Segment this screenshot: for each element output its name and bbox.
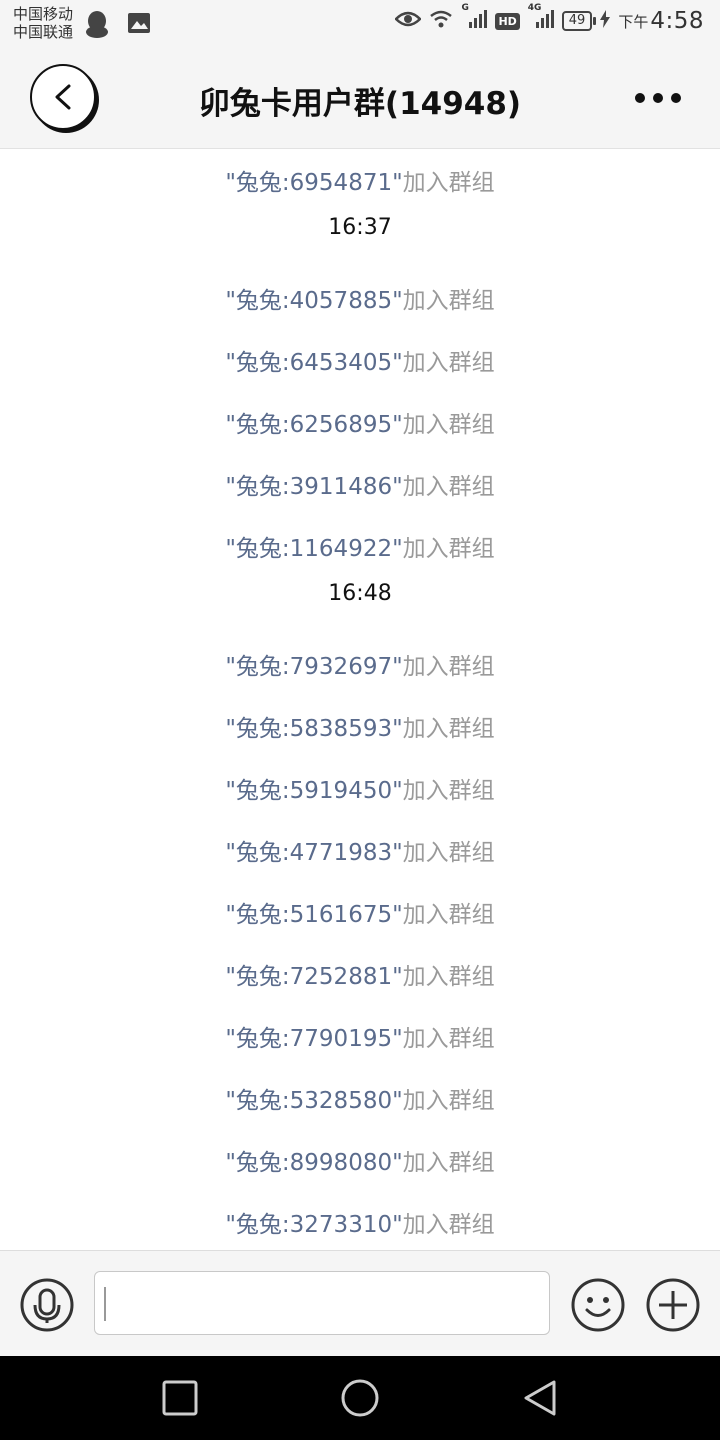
join-text: 加入群组 xyxy=(402,716,495,742)
join-text: 加入群组 xyxy=(402,536,495,562)
microphone-icon xyxy=(20,1278,74,1332)
battery-level: 49 xyxy=(561,11,596,31)
join-notice: "兔兔:5838593"加入群组 xyxy=(0,709,720,743)
square-icon xyxy=(162,1380,198,1416)
join-text: 加入群组 xyxy=(402,1150,495,1176)
join-text: 加入群组 xyxy=(402,1088,495,1114)
join-notice: "兔兔:3273310"加入群组 xyxy=(0,1205,720,1239)
join-notice: "兔兔:4057885"加入群组 xyxy=(0,281,720,315)
member-name-link[interactable]: "兔兔:3911486" xyxy=(225,474,402,500)
join-text: 加入群组 xyxy=(402,170,495,196)
plus-button[interactable] xyxy=(645,1277,701,1333)
status-bar: 中国移动 中国联通 G HD 4G 49 下午 4:58 xyxy=(0,0,720,48)
carrier-2: 中国联通 xyxy=(13,23,74,41)
join-notice: "兔兔:5161675"加入群组 xyxy=(0,895,720,929)
message-list[interactable]: "兔兔:6954871"加入群组 16:37 "兔兔:4057885"加入群组 "兔兔… xyxy=(0,149,720,1249)
smiley-icon xyxy=(571,1278,625,1332)
member-name-link[interactable]: "兔兔:4771983" xyxy=(225,840,402,866)
join-text: 加入群组 xyxy=(402,474,495,500)
join-notice: "兔兔:6256895"加入群组 xyxy=(0,405,720,439)
join-notice: "兔兔:8998080"加入群组 xyxy=(0,1143,720,1177)
qq-icon xyxy=(84,10,110,42)
chat-header: 卯兔卡用户群(14948) xyxy=(0,48,720,149)
signal-2-icon: 4G xyxy=(528,3,554,33)
member-name-link[interactable]: "兔兔:7252881" xyxy=(225,964,402,990)
join-text: 加入群组 xyxy=(402,778,495,804)
more-dots-icon xyxy=(635,93,681,103)
back-nav-button[interactable] xyxy=(520,1378,560,1418)
join-text: 加入群组 xyxy=(402,902,495,928)
wifi-icon xyxy=(429,9,453,33)
hd-badge: HD xyxy=(495,12,520,30)
timestamp: 16:48 xyxy=(328,581,392,606)
member-name-link[interactable]: "兔兔:4057885" xyxy=(225,288,402,314)
circle-icon xyxy=(341,1379,379,1417)
member-name-link[interactable]: "兔兔:3273310" xyxy=(225,1212,402,1238)
message-input[interactable] xyxy=(94,1271,550,1335)
join-text: 加入群组 xyxy=(402,654,495,680)
member-name-link[interactable]: "兔兔:5328580" xyxy=(225,1088,402,1114)
member-name-link[interactable]: "兔兔:6256895" xyxy=(225,412,402,438)
join-notice: "兔兔:1164922"加入群组 xyxy=(0,529,720,563)
recents-button[interactable] xyxy=(160,1378,200,1418)
voice-button[interactable] xyxy=(19,1277,75,1333)
signal-1-icon: G xyxy=(461,3,488,33)
am-pm: 下午 xyxy=(618,12,649,31)
join-notice: "兔兔:7932697"加入群组 xyxy=(0,647,720,681)
charging-icon xyxy=(600,10,611,32)
join-notice: "兔兔:4771983"加入群组 xyxy=(0,833,720,867)
join-notice: "兔兔:5328580"加入群组 xyxy=(0,1081,720,1115)
system-nav-bar xyxy=(0,1356,720,1440)
member-name-link[interactable]: "兔兔:6954871" xyxy=(225,170,402,196)
image-icon xyxy=(127,12,151,38)
group-title: 卯兔卡用户群(14948) xyxy=(198,86,522,122)
member-name-link[interactable]: "兔兔:1164922" xyxy=(225,536,402,562)
join-notice: "兔兔:3911486"加入群组 xyxy=(0,467,720,501)
home-button[interactable] xyxy=(340,1378,380,1418)
carrier-1: 中国移动 xyxy=(13,5,74,23)
join-text: 加入群组 xyxy=(402,412,495,438)
clock-time: 4:58 xyxy=(650,8,704,34)
join-notice: "兔兔:6453405"加入群组 xyxy=(0,343,720,377)
member-name-link[interactable]: "兔兔:7790195" xyxy=(225,1026,402,1052)
member-name-link[interactable]: "兔兔:7932697" xyxy=(225,654,402,680)
join-text: 加入群组 xyxy=(402,288,495,314)
join-text: 加入群组 xyxy=(402,1026,495,1052)
emoji-button[interactable] xyxy=(570,1277,626,1333)
carrier-info: 中国移动 中国联通 xyxy=(13,5,73,41)
member-name-link[interactable]: "兔兔:5161675" xyxy=(225,902,402,928)
member-name-link[interactable]: "兔兔:6453405" xyxy=(225,350,402,376)
input-bar xyxy=(0,1250,720,1357)
plus-icon xyxy=(646,1278,700,1332)
triangle-back-icon xyxy=(524,1380,556,1416)
join-text: 加入群组 xyxy=(402,964,495,990)
join-notice: "兔兔:5919450"加入群组 xyxy=(0,771,720,805)
join-notice: "兔兔:7252881"加入群组 xyxy=(0,957,720,991)
eye-icon xyxy=(394,10,423,32)
join-text: 加入群组 xyxy=(402,840,495,866)
member-name-link[interactable]: "兔兔:5838593" xyxy=(225,716,402,742)
join-text: 加入群组 xyxy=(402,1212,495,1238)
timestamp: 16:37 xyxy=(328,215,392,240)
text-cursor xyxy=(104,1287,106,1321)
member-name-link[interactable]: "兔兔:8998080" xyxy=(225,1150,402,1176)
join-text: 加入群组 xyxy=(402,350,495,376)
join-notice: "兔兔:7790195"加入群组 xyxy=(0,1019,720,1053)
more-button[interactable] xyxy=(632,86,684,110)
join-notice: "兔兔:6954871"加入群组 xyxy=(0,163,720,197)
member-name-link[interactable]: "兔兔:5919450" xyxy=(225,778,402,804)
